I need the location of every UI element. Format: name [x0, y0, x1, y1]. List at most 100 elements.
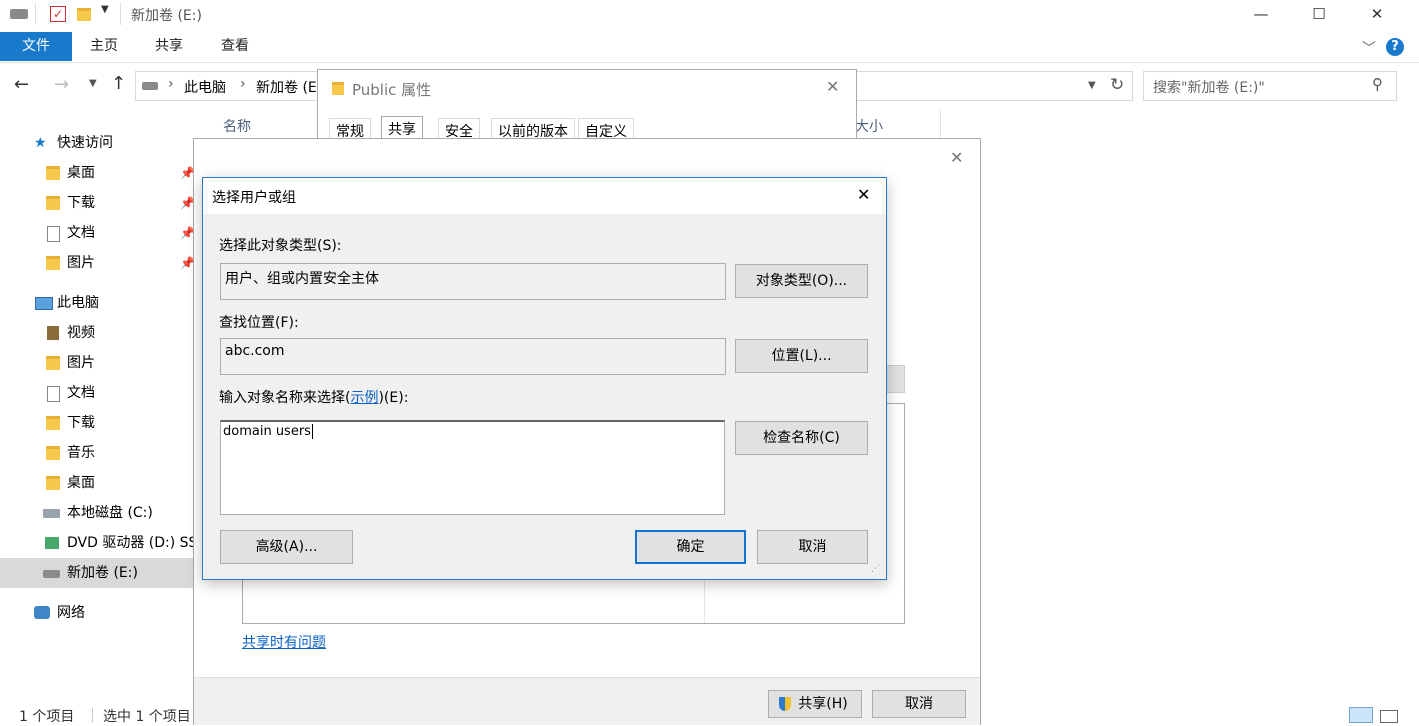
music-folder-icon — [46, 446, 60, 460]
drive-icon — [43, 570, 60, 578]
breadcrumb-separator-icon: › — [240, 76, 246, 92]
title-bar: ✓ ▼ 新加卷 (E:) — ☐ ✕ — [0, 0, 1419, 30]
sidebar-item-label: 图片 — [67, 355, 95, 371]
tab-share[interactable]: 共享 — [140, 32, 198, 61]
sidebar-item-pictures[interactable]: 图片 📌 — [0, 248, 195, 278]
sidebar-item-label: 视频 — [67, 325, 95, 341]
videos-icon — [47, 326, 59, 340]
sidebar-item-label: 桌面 — [67, 475, 95, 491]
window-title: 新加卷 (E:) — [131, 8, 202, 24]
sidebar-item-downloads[interactable]: 下载 📌 — [0, 188, 195, 218]
column-name-header[interactable]: 名称 — [223, 116, 251, 136]
minimize-button[interactable]: — — [1238, 0, 1284, 30]
documents-icon — [47, 386, 60, 402]
folder-icon — [332, 82, 344, 95]
sidebar-item-label: 图片 — [67, 255, 95, 271]
properties-icon[interactable]: ✓ — [50, 6, 66, 22]
expand-ribbon-icon[interactable]: ﹀ — [1362, 38, 1376, 58]
new-folder-icon[interactable] — [77, 8, 91, 21]
sidebar-item-pc-pictures[interactable]: 图片 — [0, 348, 193, 378]
customize-toolbar-icon[interactable]: ▼ — [101, 4, 109, 15]
object-names-textarea[interactable]: domain users — [220, 420, 725, 515]
sidebar-item-drive-e[interactable]: 新加卷 (E:) — [0, 558, 193, 588]
separator — [35, 3, 36, 25]
status-selected: 选中 1 个项目 — [103, 709, 191, 725]
refresh-icon[interactable]: ↻ — [1110, 75, 1124, 95]
maximize-button[interactable]: ☐ — [1296, 0, 1342, 30]
tab-file[interactable]: 文件 — [0, 32, 72, 61]
drive-icon — [142, 82, 158, 90]
ok-button[interactable]: 确定 — [635, 530, 746, 564]
column-divider — [940, 110, 941, 138]
sidebar-item-network[interactable]: 网络 — [0, 598, 193, 628]
star-icon: ★ — [34, 135, 47, 151]
forward-arrow-icon[interactable]: → — [54, 74, 69, 95]
search-input[interactable]: 搜索"新加卷 (E:)" — [1153, 77, 1265, 97]
up-arrow-icon[interactable]: ↑ — [111, 73, 126, 94]
add-button-edge[interactable] — [886, 365, 905, 393]
sidebar-item-pc-downloads[interactable]: 下载 — [0, 408, 193, 438]
search-icon[interactable]: ⚲ — [1372, 75, 1383, 93]
sidebar-item-documents[interactable]: 文档 📌 — [0, 218, 195, 248]
local-disk-icon — [43, 509, 60, 518]
tab-view[interactable]: 查看 — [206, 32, 264, 61]
sidebar-item-label: 本地磁盘 (C:) — [67, 505, 153, 521]
object-types-button[interactable]: 对象类型(O)... — [735, 264, 868, 298]
sidebar-item-label: 桌面 — [67, 165, 95, 181]
computer-icon — [35, 297, 53, 310]
sharing-problem-link[interactable]: 共享时有问题 — [242, 632, 326, 652]
public-properties-dialog: Public 属性 ✕ 常规 共享 安全 以前的版本 自定义 — [317, 69, 857, 143]
status-divider — [92, 708, 93, 723]
close-button[interactable]: ✕ — [1354, 0, 1400, 30]
sidebar-item-drive-d[interactable]: DVD 驱动器 (D:) SS — [0, 528, 197, 558]
sidebar-item-label: 音乐 — [67, 445, 95, 461]
close-icon[interactable]: ✕ — [826, 77, 839, 96]
sidebar-item-pc-desktop[interactable]: 桌面 — [0, 468, 193, 498]
dialog-title-bar: 选择用户或组 ✕ — [203, 178, 886, 214]
advanced-button[interactable]: 高级(A)... — [220, 530, 353, 564]
sidebar-item-label: 下载 — [67, 415, 95, 431]
examples-link[interactable]: 示例 — [350, 390, 378, 406]
recent-locations-icon[interactable]: ▼ — [89, 78, 97, 89]
check-names-button[interactable]: 检查名称(C) — [735, 421, 868, 455]
breadcrumb-volume[interactable]: 新加卷 (E — [256, 77, 317, 97]
cancel-button[interactable]: 取消 — [757, 530, 868, 564]
object-type-label: 选择此对象类型(S): — [219, 238, 342, 254]
sidebar-item-pc-documents[interactable]: 文档 — [0, 378, 193, 408]
pictures-folder-icon — [46, 256, 60, 270]
resize-grip-icon[interactable]: ⋰ — [871, 564, 880, 574]
sidebar-item-label: 下载 — [67, 195, 95, 211]
sidebar-item-label: 网络 — [57, 605, 85, 621]
breadcrumb-this-pc[interactable]: 此电脑 — [184, 77, 226, 97]
details-view-icon[interactable] — [1349, 707, 1373, 723]
dvd-drive-icon — [45, 537, 59, 549]
select-users-dialog: 选择用户或组 ✕ 选择此对象类型(S): 用户、组或内置安全主体 对象类型(O)… — [202, 177, 887, 580]
close-icon[interactable]: ✕ — [950, 148, 963, 167]
cancel-button[interactable]: 取消 — [872, 690, 966, 718]
locations-button[interactable]: 位置(L)... — [735, 339, 868, 373]
help-icon[interactable]: ? — [1386, 38, 1404, 56]
desktop-folder-icon — [46, 476, 60, 490]
close-icon[interactable]: ✕ — [857, 185, 870, 204]
address-dropdown-icon[interactable]: ▼ — [1088, 80, 1096, 91]
sidebar-item-drive-c[interactable]: 本地磁盘 (C:) — [0, 498, 193, 528]
sidebar-item-videos[interactable]: 视频 — [0, 318, 193, 348]
status-item-count: 1 个项目 — [19, 709, 75, 725]
back-arrow-icon[interactable]: ← — [14, 74, 29, 95]
sidebar-item-quick-access[interactable]: ★ 快速访问 — [0, 128, 193, 158]
sidebar-item-desktop[interactable]: 桌面 📌 — [0, 158, 195, 188]
tab-home[interactable]: 主页 — [76, 32, 132, 61]
sidebar-item-music[interactable]: 音乐 — [0, 438, 193, 468]
search-box[interactable]: 搜索"新加卷 (E:)" ⚲ — [1143, 71, 1397, 101]
documents-icon — [47, 226, 60, 242]
large-icons-view-icon[interactable] — [1380, 710, 1398, 723]
text-cursor — [311, 424, 313, 439]
location-field: abc.com — [220, 338, 726, 375]
network-icon — [34, 606, 50, 619]
sidebar-item-this-pc[interactable]: 此电脑 — [0, 288, 193, 318]
dialog-footer — [194, 677, 980, 725]
share-button[interactable]: 共享(H) — [768, 690, 862, 718]
column-size-header[interactable]: 大小 — [855, 116, 883, 136]
enter-names-label: 输入对象名称来选择(示例)(E): — [219, 390, 409, 406]
sidebar-item-label: 此电脑 — [57, 295, 99, 311]
